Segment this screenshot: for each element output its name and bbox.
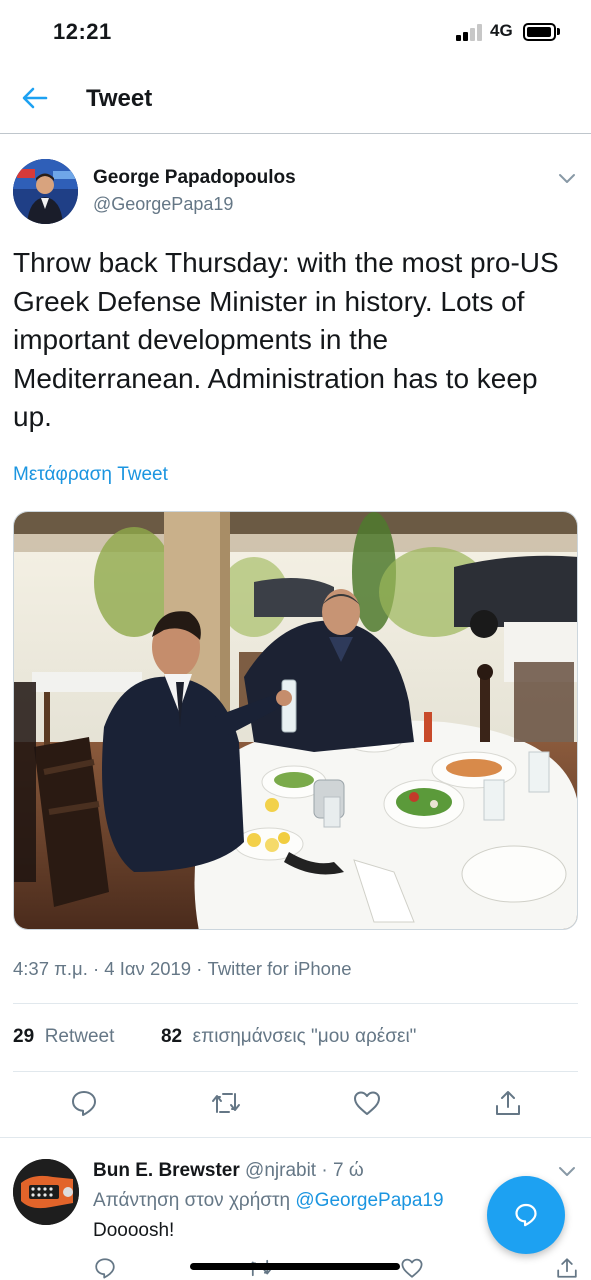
retweet-label: Retweet xyxy=(44,1026,115,1047)
reply-avatar-image xyxy=(13,1159,79,1225)
reply-icon[interactable] xyxy=(93,1256,117,1280)
share-icon[interactable] xyxy=(555,1256,579,1280)
network-type: 4G xyxy=(490,21,513,40)
status-bar: 12:21 4G xyxy=(0,0,591,64)
retweet-stat[interactable]: 29 Retweet xyxy=(13,1026,114,1047)
battery-icon xyxy=(523,23,556,41)
share-icon[interactable] xyxy=(493,1088,523,1118)
back-button[interactable] xyxy=(18,81,52,115)
retweet-icon[interactable] xyxy=(211,1088,241,1118)
tweet-timestamp[interactable]: 4:37 π.μ. · 4 Ιαν 2019 · Twitter for iPh… xyxy=(13,958,352,980)
home-indicator[interactable] xyxy=(190,1263,400,1270)
replying-to: Απάντηση στον χρήστη @GeorgePapa19 xyxy=(93,1190,444,1212)
divider xyxy=(13,1003,578,1004)
back-arrow-icon xyxy=(22,87,48,109)
chevron-down-icon[interactable] xyxy=(556,168,578,188)
translate-tweet-link[interactable]: Μετάφραση Tweet xyxy=(13,464,168,486)
author-name[interactable]: George Papadopoulos xyxy=(93,167,296,189)
nav-bar: Tweet xyxy=(0,64,591,134)
author-avatar-image xyxy=(13,159,78,224)
tweet-photo[interactable] xyxy=(13,511,578,930)
reply-icon[interactable] xyxy=(69,1088,99,1118)
author-handle[interactable]: @GeorgePapa19 xyxy=(93,194,233,215)
tweet-stats: 29 Retweet 82 επισημάνσεις "μου αρέσει" xyxy=(13,1026,416,1048)
like-icon[interactable] xyxy=(352,1088,382,1118)
reply-author-avatar[interactable] xyxy=(13,1159,79,1225)
replying-to-handle[interactable]: @GeorgePapa19 xyxy=(295,1190,443,1211)
page-title: Tweet xyxy=(86,85,153,112)
compose-reply-button[interactable] xyxy=(487,1176,565,1254)
like-stat[interactable]: 82 επισημάνσεις "μου αρέσει" xyxy=(161,1026,416,1047)
reply-header: Bun E. Brewster @njrabit · 7 ώ xyxy=(93,1160,364,1182)
status-time: 12:21 xyxy=(53,19,112,44)
tweet-header: George Papadopoulos @GeorgePapa19 xyxy=(0,156,591,226)
reply-author-handle[interactable]: @njrabit xyxy=(245,1160,316,1181)
reply-text: Doooosh! xyxy=(93,1220,175,1241)
tweet-photo-image xyxy=(14,512,577,929)
retweet-count: 29 xyxy=(13,1026,35,1047)
tweet-text: Throw back Thursday: with the most pro-U… xyxy=(13,247,559,432)
compose-reply-icon xyxy=(515,1203,537,1227)
like-label: επισημάνσεις "μου αρέσει" xyxy=(192,1026,417,1047)
signal-strength-icon xyxy=(456,24,484,41)
divider xyxy=(13,1071,578,1072)
like-count: 82 xyxy=(160,1026,183,1047)
chevron-down-icon[interactable] xyxy=(556,1161,578,1181)
replying-to-prefix: Απάντηση στον χρήστη xyxy=(93,1190,291,1211)
reply-time-ago: · 7 ώ xyxy=(321,1160,364,1181)
author-avatar[interactable] xyxy=(13,159,78,224)
reply-author-name[interactable]: Bun E. Brewster xyxy=(93,1160,240,1181)
like-icon[interactable] xyxy=(400,1256,424,1280)
tweet-action-bar xyxy=(0,1088,591,1122)
